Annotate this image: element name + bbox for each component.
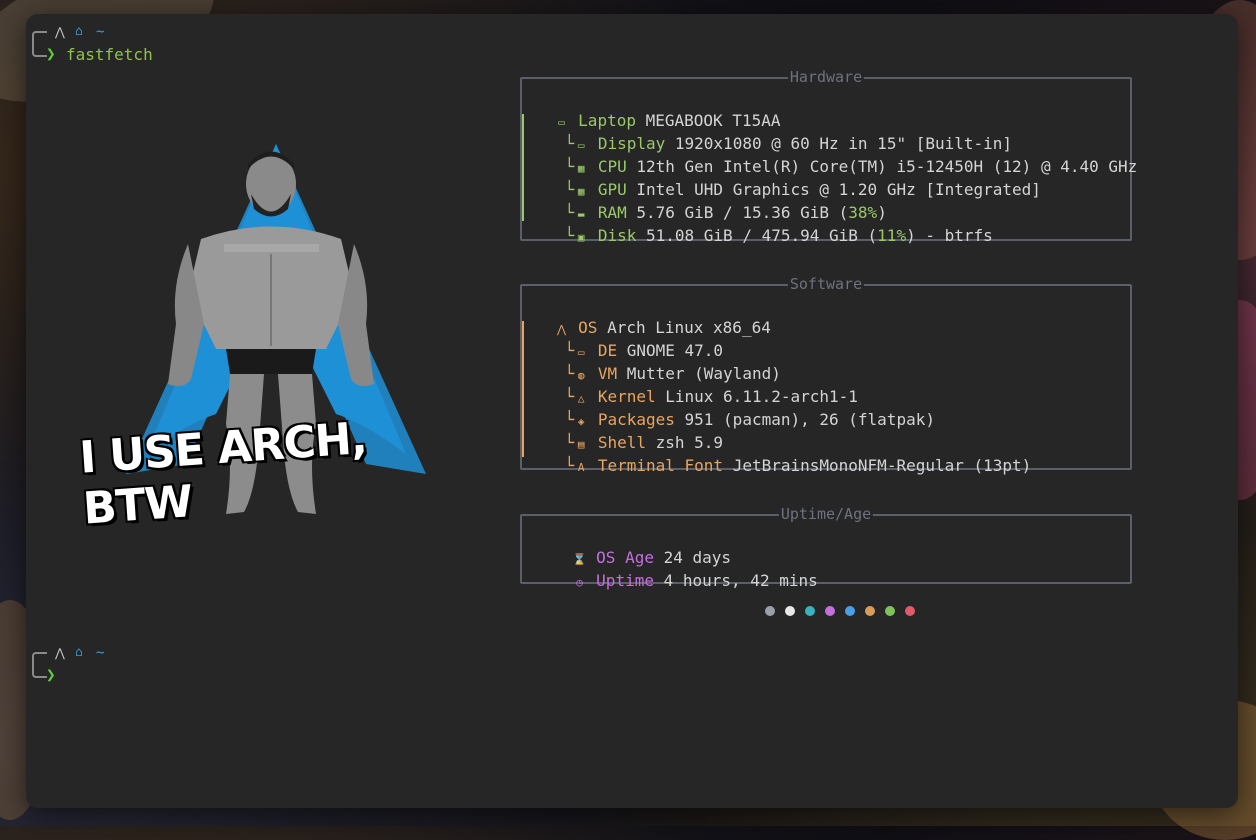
prompt-command: fastfetch: [66, 45, 153, 64]
hardware-tree-line: [522, 114, 524, 221]
prompt-chevron: ❯: [46, 665, 56, 684]
uptime-title: Uptime/Age: [778, 505, 874, 523]
color-palette: [765, 601, 925, 620]
font-icon: A: [577, 461, 585, 474]
prompt-path: ~: [96, 645, 105, 661]
uptime-label: Uptime: [596, 571, 654, 590]
disk-value-end: ) - btrfs: [906, 226, 993, 245]
disk-value: 51.08 GiB / 475.94 GiB (: [645, 226, 878, 245]
palette-swatch: [805, 606, 815, 616]
prompt-bracket: [32, 31, 47, 57]
prompt-path: ~: [96, 24, 105, 40]
arch-icon: ⋀: [55, 646, 65, 660]
palette-swatch: [885, 606, 895, 616]
font-value: JetBrainsMonoNFM-Regular (13pt): [732, 456, 1032, 475]
disk-label: Disk: [597, 226, 637, 245]
palette-swatch: [825, 606, 835, 616]
hardware-title: Hardware: [787, 68, 865, 86]
disk-icon: ▣: [577, 231, 585, 244]
uptime-value: 4 hours, 42 mins: [663, 571, 818, 590]
palette-swatch: [765, 606, 775, 616]
home-icon: ⌂: [75, 24, 83, 39]
palette-swatch: [845, 606, 855, 616]
disk-percent: 11%: [877, 226, 907, 245]
palette-swatch: [865, 606, 875, 616]
home-icon: ⌂: [75, 645, 83, 660]
disk-row: └ ▣ Disk 51.08 GiB / 475.94 GiB (11%) - b…: [564, 226, 993, 245]
palette-swatch: [785, 606, 795, 616]
font-row: └ A Terminal Font JetBrainsMonoNFM-Regula…: [564, 456, 1032, 475]
prompt-bracket: [32, 652, 47, 678]
command-input[interactable]: [66, 665, 666, 685]
font-label: Terminal Font: [597, 456, 724, 475]
software-title: Software: [787, 275, 865, 293]
prompt-chevron: ❯: [46, 44, 56, 63]
terminal-window[interactable]: ⋀ ⌂ ~ ❯ fastfetch I USE ARCH, BTW Hardwa…: [26, 14, 1238, 808]
arch-icon: ⋀: [55, 25, 65, 39]
software-tree-line: [522, 321, 524, 457]
palette-swatch: [905, 606, 915, 616]
arch-chad-logo: I USE ARCH, BTW: [76, 124, 476, 535]
clock-icon: ◷: [576, 576, 583, 589]
